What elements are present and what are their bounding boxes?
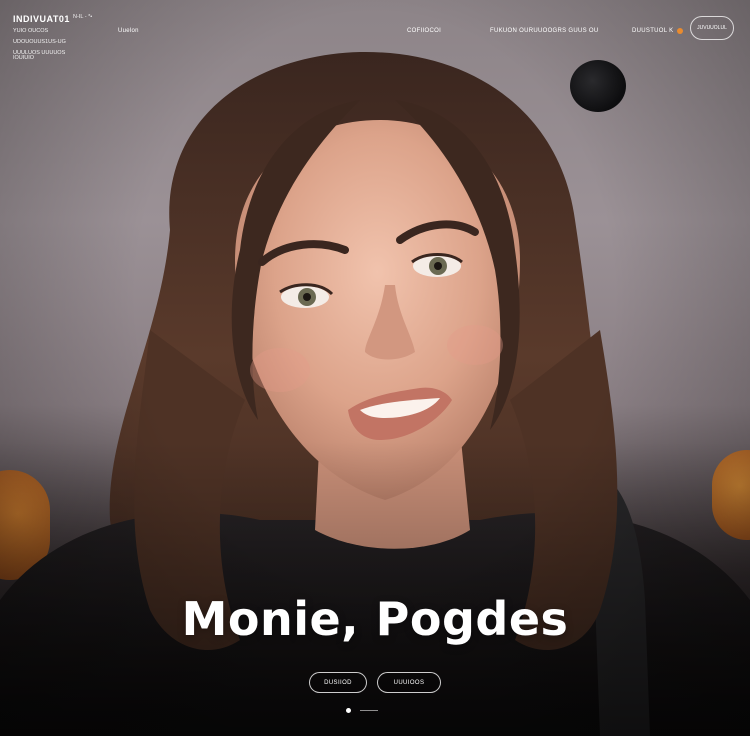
- nav-account-label: DUUSTUOL K: [632, 28, 674, 34]
- hero-primary-button[interactable]: DUSIIOD: [309, 672, 367, 693]
- brand-footer-text: IOUIUIO: [13, 55, 35, 61]
- site-header: INDIVUAT01 YUIO OUCOS UDOUOUUS1US-UG UUU…: [0, 0, 750, 70]
- brand-subtitle-1: YUIO OUCOS: [13, 28, 49, 34]
- nav-account-link[interactable]: DUUSTUOL K: [632, 28, 684, 34]
- nav-link-1[interactable]: COFIIOCOI: [407, 28, 441, 34]
- brand-logo-text: INDIVUAT01: [13, 14, 70, 24]
- hero-button-group: DUSIIOD UUUIOOS: [0, 672, 750, 693]
- nav-language-link[interactable]: Uuelon: [118, 28, 139, 34]
- hero-title: Monie, Pogdes: [181, 592, 569, 646]
- hero-stage: INDIVUAT01 YUIO OUCOS UDOUOUUS1US-UG UUU…: [0, 0, 750, 736]
- nav-link-2[interactable]: FUKUON OURUUOOGRS GUUS OU: [490, 28, 599, 34]
- orange-dot-icon: [677, 28, 684, 34]
- header-cta-button[interactable]: JUVUUOLUL: [690, 16, 734, 40]
- hero-secondary-button[interactable]: UUUIOOS: [377, 672, 441, 693]
- brand-block[interactable]: INDIVUAT01 YUIO OUCOS UDOUOUUS1US-UG UUU…: [13, 14, 70, 57]
- brand-tag: N-IL - *•: [73, 14, 93, 20]
- carousel-pager: [346, 708, 378, 713]
- brand-subtitle-2: UDOUOUUS1US-UG: [13, 39, 66, 45]
- pager-dot-inactive[interactable]: [360, 710, 378, 711]
- pager-dot-active[interactable]: [346, 708, 351, 713]
